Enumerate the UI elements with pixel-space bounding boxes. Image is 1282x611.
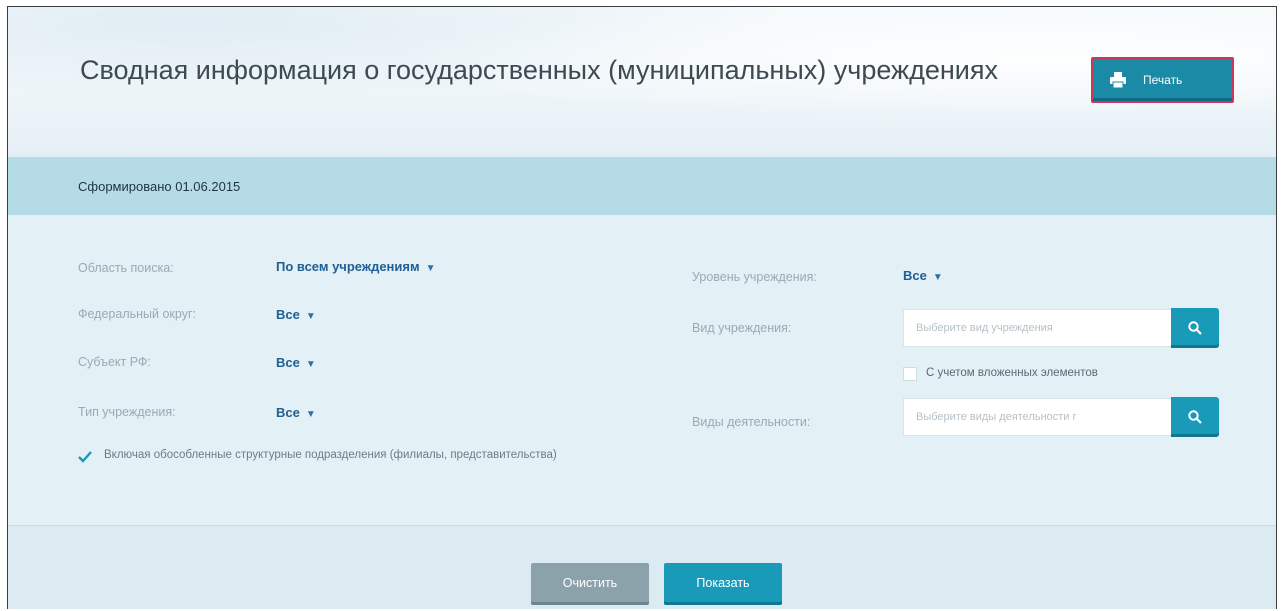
federal-district-label: Федеральный округ: (78, 307, 196, 321)
show-button[interactable]: Показать (664, 563, 782, 605)
nested-elements-label: С учетом вложенных элементов (926, 367, 1098, 379)
activities-input[interactable]: Выберите виды деятельности г (903, 398, 1171, 436)
include-subdivisions-text[interactable]: Включая обособленные структурные подразд… (104, 448, 584, 463)
page-frame: Сводная информация о государственных (му… (7, 6, 1277, 609)
institution-kind-label: Вид учреждения: (692, 321, 792, 335)
page-title: Сводная информация о государственных (му… (80, 55, 998, 85)
search-icon (1188, 321, 1202, 335)
subject-rf-dropdown[interactable]: Все ▼ (276, 355, 316, 370)
institution-type-dropdown[interactable]: Все ▼ (276, 405, 316, 420)
triangle-down-icon: ▼ (932, 272, 943, 283)
institution-type-value: Все (276, 405, 300, 420)
generated-band: Сформировано 01.06.2015 (8, 157, 1276, 215)
institution-level-label: Уровень учреждения: (692, 270, 817, 284)
clear-button[interactable]: Очистить (531, 563, 649, 605)
triangle-down-icon: ▼ (305, 311, 316, 322)
subject-rf-label: Субъект РФ: (78, 355, 151, 369)
activities-search-button[interactable] (1171, 397, 1219, 437)
institution-kind-input[interactable]: Выберите вид учреждения (903, 309, 1171, 347)
triangle-down-icon: ▼ (305, 359, 316, 370)
search-area-label: Область поиска: (78, 261, 174, 275)
federal-district-dropdown[interactable]: Все ▼ (276, 307, 316, 322)
federal-district-value: Все (276, 307, 300, 322)
search-icon (1188, 410, 1202, 424)
subject-rf-value: Все (276, 355, 300, 370)
filter-form: Область поиска: По всем учреждениям ▼ Фед… (8, 215, 1276, 525)
nested-elements-checkbox[interactable] (903, 367, 917, 381)
print-button[interactable]: Печать (1091, 57, 1234, 103)
printer-icon (1110, 72, 1126, 89)
institution-kind-search-button[interactable] (1171, 308, 1219, 348)
search-area-dropdown[interactable]: По всем учреждениям ▼ (276, 259, 436, 274)
page-header: Сводная информация о государственных (му… (8, 7, 1276, 157)
activities-label: Виды деятельности: (692, 415, 811, 429)
triangle-down-icon: ▼ (305, 409, 316, 420)
search-area-value: По всем учреждениям (276, 259, 420, 274)
generated-date-text: Сформировано 01.06.2015 (78, 179, 241, 194)
triangle-down-icon: ▼ (425, 263, 436, 274)
institution-type-label: Тип учреждения: (78, 405, 176, 419)
institution-level-value: Все (903, 268, 927, 283)
print-button-label: Печать (1143, 73, 1183, 87)
form-footer: Очистить Показать (8, 525, 1276, 609)
checkmark-icon[interactable] (78, 450, 92, 464)
institution-level-dropdown[interactable]: Все ▼ (903, 268, 943, 283)
